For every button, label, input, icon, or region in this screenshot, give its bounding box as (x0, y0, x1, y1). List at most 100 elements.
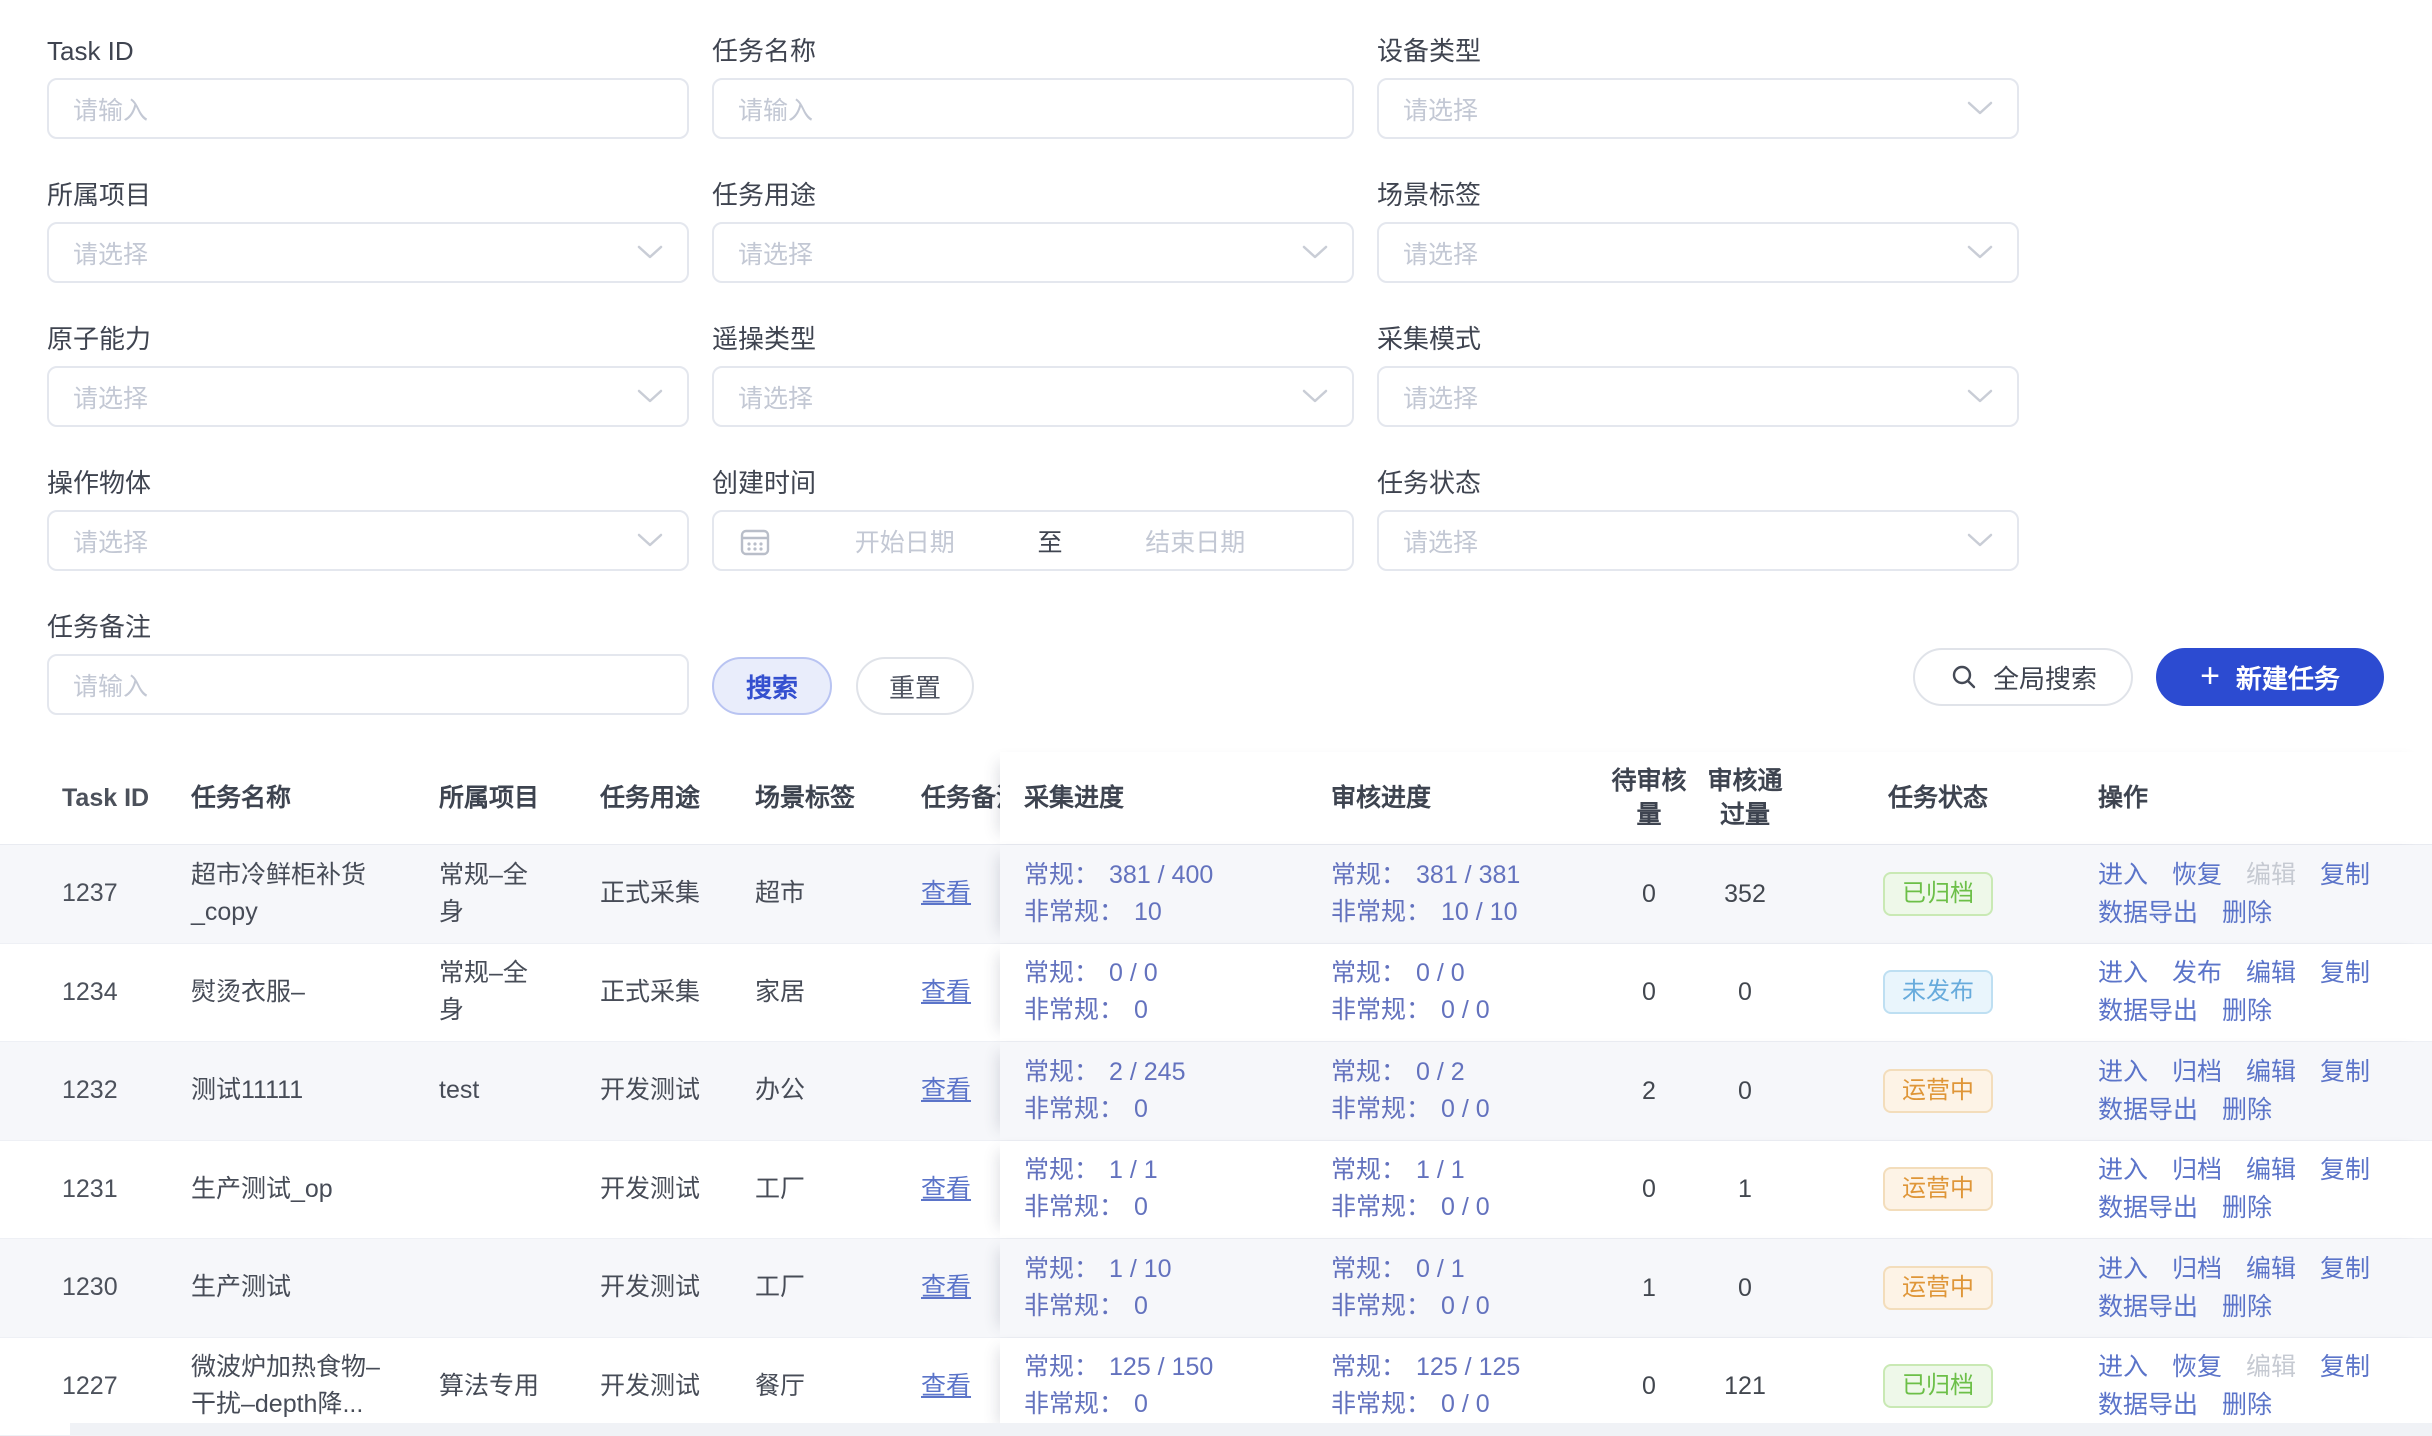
action-copy[interactable]: 复制 (2320, 1151, 2370, 1189)
field-task-status: 任务状态 请选择 (1377, 468, 2019, 571)
teleop-type-select[interactable]: 请选择 (712, 366, 1354, 427)
date-range-separator: 至 (1037, 523, 1062, 559)
field-device-type: 设备类型 请选择 (1377, 36, 2019, 139)
chevron-down-icon (1967, 245, 1993, 261)
task-id-placeholder: 请输入 (73, 91, 148, 127)
horizontal-scrollbar[interactable] (70, 1423, 2432, 1436)
task-status-select[interactable]: 请选择 (1377, 510, 2019, 571)
action-delete[interactable]: 删除 (2222, 1091, 2272, 1129)
action-enter[interactable]: 进入 (2098, 856, 2148, 894)
cell-actions: 进入 归档 编辑 复制 数据导出 删除 (2083, 1151, 2432, 1227)
action-delete[interactable]: 删除 (2222, 1386, 2272, 1424)
global-search-button[interactable]: 全局搜索 (1913, 648, 2133, 706)
action-export[interactable]: 数据导出 (2098, 894, 2198, 932)
status-badge: 运营中 (1883, 1167, 1993, 1211)
cell-collect-progress: 常规：381 / 400 非常规：10 (1000, 857, 1331, 931)
field-usage: 任务用途 请选择 (712, 180, 1354, 283)
action-delete[interactable]: 删除 (2222, 1189, 2272, 1227)
action-delete[interactable]: 删除 (2222, 894, 2272, 932)
action-export[interactable]: 数据导出 (2098, 1091, 2198, 1129)
view-note-link[interactable]: 查看 (921, 879, 971, 907)
create-time-range[interactable]: 开始日期 至 结束日期 (712, 510, 1354, 571)
header-approved: 审核通过量 (1697, 764, 1793, 832)
task-id-input[interactable]: 请输入 (47, 78, 689, 139)
action-archive[interactable]: 归档 (2172, 1250, 2222, 1288)
cell-collect-progress: 常规：1 / 10 非常规：0 (1000, 1251, 1331, 1325)
view-note-link[interactable]: 查看 (921, 1076, 971, 1104)
action-publish[interactable]: 发布 (2172, 954, 2222, 992)
action-edit[interactable]: 编辑 (2246, 1151, 2296, 1189)
action-enter[interactable]: 进入 (2098, 1250, 2148, 1288)
task-name-label: 任务名称 (712, 36, 1354, 66)
action-delete[interactable]: 删除 (2222, 1288, 2272, 1326)
cell-usage: 正式采集 (600, 875, 755, 912)
status-badge: 已归档 (1883, 1364, 1993, 1408)
task-table: Task ID 任务名称 所属项目 任务用途 场景标签 任务备注 采集进度 审核… (0, 752, 2432, 1436)
action-restore[interactable]: 恢复 (2172, 856, 2222, 894)
project-select[interactable]: 请选择 (47, 222, 689, 283)
header-scene: 场景标签 (755, 780, 921, 817)
scene-tag-placeholder: 请选择 (1403, 235, 1478, 271)
cell-project: 常规–全身 (439, 857, 600, 931)
table-header-row: Task ID 任务名称 所属项目 任务用途 场景标签 任务备注 采集进度 审核… (0, 752, 2432, 845)
action-archive[interactable]: 归档 (2172, 1053, 2222, 1091)
cell-usage: 开发测试 (600, 1072, 755, 1109)
action-export[interactable]: 数据导出 (2098, 1386, 2198, 1424)
action-edit[interactable]: 编辑 (2246, 954, 2296, 992)
cell-task-id: 1230 (0, 1269, 191, 1306)
action-copy[interactable]: 复制 (2320, 1053, 2370, 1091)
view-note-link[interactable]: 查看 (921, 1273, 971, 1301)
cell-pending-count: 0 (1601, 877, 1697, 911)
view-note-link[interactable]: 查看 (921, 1175, 971, 1203)
table-row: 1232 测试11111 test 开发测试 办公 查看 常规：2 / 245 … (0, 1042, 2432, 1141)
collect-mode-select[interactable]: 请选择 (1377, 366, 2019, 427)
view-note-link[interactable]: 查看 (921, 1372, 971, 1400)
action-copy[interactable]: 复制 (2320, 1250, 2370, 1288)
action-enter[interactable]: 进入 (2098, 1053, 2148, 1091)
action-edit[interactable]: 编辑 (2246, 1250, 2296, 1288)
action-export[interactable]: 数据导出 (2098, 992, 2198, 1030)
end-date-placeholder: 结束日期 (1145, 523, 1245, 559)
cell-scene: 超市 (755, 875, 921, 912)
table-row: 1237 超市冷鲜柜补货_copy 常规–全身 正式采集 超市 查看 常规：38… (0, 845, 2432, 944)
usage-placeholder: 请选择 (738, 235, 813, 271)
header-fixed-right: 采集进度 审核进度 待审核量 审核通过量 任务状态 操作 (1000, 752, 2432, 844)
search-icon (1949, 662, 1979, 692)
action-copy[interactable]: 复制 (2320, 954, 2370, 992)
device-type-select[interactable]: 请选择 (1377, 78, 2019, 139)
header-status: 任务状态 (1793, 780, 2083, 817)
action-delete[interactable]: 删除 (2222, 992, 2272, 1030)
action-export[interactable]: 数据导出 (2098, 1189, 2198, 1227)
cell-project: test (439, 1072, 600, 1109)
action-edit[interactable]: 编辑 (2246, 1053, 2296, 1091)
teleop-type-placeholder: 请选择 (738, 379, 813, 415)
cell-pending-count: 0 (1601, 975, 1697, 1009)
action-enter[interactable]: 进入 (2098, 1348, 2148, 1386)
cell-usage: 正式采集 (600, 974, 755, 1011)
action-enter[interactable]: 进入 (2098, 954, 2148, 992)
atomic-ability-placeholder: 请选择 (73, 379, 148, 415)
task-name-input[interactable]: 请输入 (712, 78, 1354, 139)
task-note-input[interactable]: 请输入 (47, 654, 689, 715)
header-collect: 采集进度 (1000, 780, 1331, 817)
action-enter[interactable]: 进入 (2098, 1151, 2148, 1189)
atomic-ability-select[interactable]: 请选择 (47, 366, 689, 427)
action-restore[interactable]: 恢复 (2172, 1348, 2222, 1386)
usage-select[interactable]: 请选择 (712, 222, 1354, 283)
cell-approved-count: 1 (1697, 1172, 1793, 1206)
form-buttons: 搜索 重置 (712, 612, 1354, 715)
cell-approved-count: 121 (1697, 1369, 1793, 1403)
action-copy[interactable]: 复制 (2320, 1348, 2370, 1386)
object-select[interactable]: 请选择 (47, 510, 689, 571)
cell-scene: 餐厅 (755, 1368, 921, 1405)
cell-review-progress: 常规：0 / 1 非常规：0 / 0 (1331, 1251, 1601, 1325)
action-copy[interactable]: 复制 (2320, 856, 2370, 894)
scene-tag-select[interactable]: 请选择 (1377, 222, 2019, 283)
reset-button[interactable]: 重置 (856, 657, 974, 715)
action-archive[interactable]: 归档 (2172, 1151, 2222, 1189)
create-task-button[interactable]: + 新建任务 (2156, 648, 2384, 706)
filter-form: Task ID 请输入 任务名称 请输入 设备类型 请选择 所属项目 请选择 (0, 0, 2432, 715)
action-export[interactable]: 数据导出 (2098, 1288, 2198, 1326)
search-button[interactable]: 搜索 (712, 657, 832, 715)
view-note-link[interactable]: 查看 (921, 978, 971, 1006)
